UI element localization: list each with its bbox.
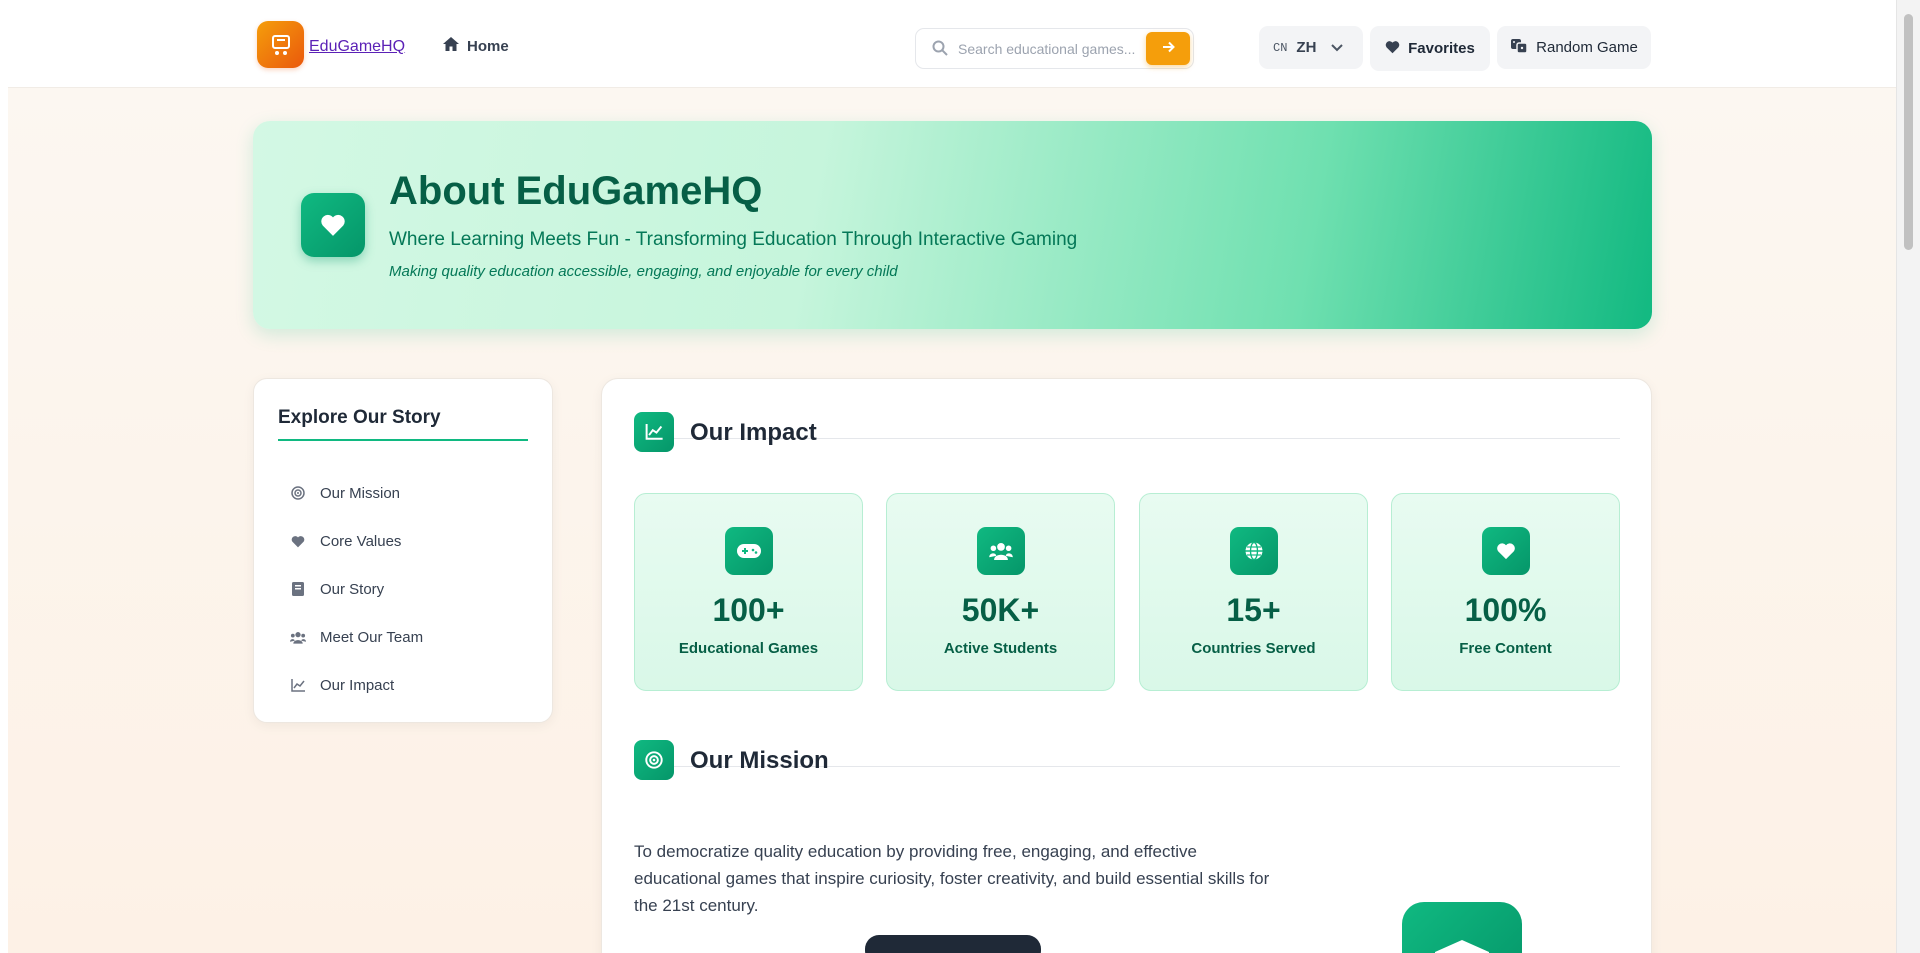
stat-value: 100+ xyxy=(712,592,785,628)
hero-subtitle: Where Learning Meets Fun - Transforming … xyxy=(389,229,1078,250)
stat-label: Countries Served xyxy=(1191,640,1316,657)
language-label: ZH xyxy=(1296,39,1317,56)
heart-icon xyxy=(301,193,365,257)
page-title: About EduGameHQ xyxy=(389,169,763,213)
random-game-button[interactable]: Random Game xyxy=(1497,26,1651,69)
sidebar-item-label: Our Mission xyxy=(320,484,401,502)
sidebar-item-label: Our Impact xyxy=(320,676,395,694)
mission-text: To democratize quality education by prov… xyxy=(634,842,1270,915)
globe-icon xyxy=(1230,527,1278,575)
book-icon xyxy=(290,582,306,596)
chart-line-icon xyxy=(290,678,306,692)
chart-line-icon xyxy=(634,412,674,452)
scrollbar[interactable] xyxy=(1896,0,1920,953)
stat-card: 100+ Educational Games xyxy=(634,493,863,691)
sidebar-title: Explore Our Story xyxy=(278,407,528,441)
sidebar-item-label: Core Values xyxy=(320,532,402,550)
stat-value: 50K+ xyxy=(961,592,1040,628)
sidebar-item-our-impact[interactable]: Our Impact xyxy=(290,661,423,709)
language-code: CN xyxy=(1273,40,1288,55)
hero-tagline: Making quality education accessible, eng… xyxy=(389,263,898,280)
target-icon xyxy=(634,740,674,780)
story-sidebar: Explore Our Story Our Mission Core Value… xyxy=(253,378,553,723)
sidebar-item-label: Our Story xyxy=(320,580,385,598)
sidebar-item-meet-our-team[interactable]: Meet Our Team xyxy=(290,613,423,661)
stat-card: 50K+ Active Students xyxy=(886,493,1115,691)
users-icon xyxy=(290,631,306,644)
hero-banner: About EduGameHQ Where Learning Meets Fun… xyxy=(253,121,1652,329)
arrow-right-icon xyxy=(1162,41,1175,56)
page-left-edge xyxy=(0,0,8,953)
impact-stats-grid: 100+ Educational Games 50K+ Active Stude… xyxy=(634,493,1620,691)
sidebar-item-our-mission[interactable]: Our Mission xyxy=(290,469,423,517)
dice-icon xyxy=(1510,38,1528,58)
search-bar xyxy=(915,28,1194,69)
search-icon xyxy=(932,40,948,61)
target-icon xyxy=(290,486,306,500)
logo-icon[interactable] xyxy=(257,21,304,68)
search-input[interactable] xyxy=(958,38,1138,60)
impact-section-title: Our Impact xyxy=(690,419,817,446)
chevron-down-icon xyxy=(1331,39,1344,57)
users-icon xyxy=(977,527,1025,575)
heart-icon xyxy=(290,535,306,548)
floating-toolbar[interactable] xyxy=(865,935,1041,953)
stat-value: 15+ xyxy=(1226,592,1281,628)
heart-icon xyxy=(1385,40,1400,58)
random-game-label: Random Game xyxy=(1536,39,1638,56)
sidebar-item-core-values[interactable]: Core Values xyxy=(290,517,423,565)
scrollbar-thumb[interactable] xyxy=(1904,14,1913,250)
mission-section-title: Our Mission xyxy=(690,747,829,774)
stat-label: Educational Games xyxy=(678,640,819,657)
home-icon xyxy=(443,37,459,55)
heart-icon xyxy=(1482,527,1530,575)
top-header: EduGameHQ Home CN ZH Favorites xyxy=(8,0,1896,88)
stat-card: 100% Free Content xyxy=(1391,493,1620,691)
stat-label: Active Students xyxy=(943,640,1058,657)
sidebar-item-our-story[interactable]: Our Story xyxy=(290,565,423,613)
logo-link[interactable]: EduGameHQ xyxy=(309,38,405,56)
language-selector[interactable]: CN ZH xyxy=(1259,26,1363,69)
favorites-label: Favorites xyxy=(1408,40,1475,57)
gamepad-icon xyxy=(725,527,773,575)
nav-home-label: Home xyxy=(467,37,509,55)
stat-label: Free Content xyxy=(1459,640,1552,657)
favorites-button[interactable]: Favorites xyxy=(1370,26,1490,71)
nav-home-link[interactable]: Home xyxy=(443,37,509,55)
graduation-cap-icon xyxy=(1402,902,1522,953)
search-submit-button[interactable] xyxy=(1146,32,1190,65)
sidebar-nav: Our Mission Core Values Our Story Meet O… xyxy=(290,469,423,709)
stat-card: 15+ Countries Served xyxy=(1139,493,1368,691)
sidebar-item-label: Meet Our Team xyxy=(320,628,424,646)
impact-section-header: Our Impact xyxy=(634,379,1620,452)
mission-section-header: Our Mission xyxy=(634,707,1620,780)
stat-value: 100% xyxy=(1464,592,1547,628)
main-content-card: Our Impact 100+ Educational Games 50K+ A… xyxy=(601,378,1652,953)
